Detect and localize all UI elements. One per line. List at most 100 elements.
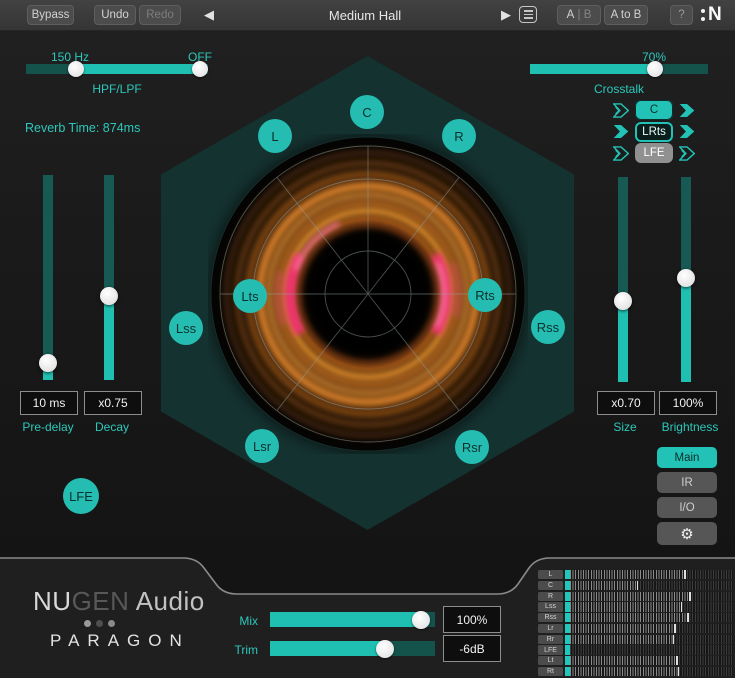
meter-bar xyxy=(565,613,733,622)
preset-next-button[interactable]: ▶ xyxy=(501,7,511,23)
a-to-b-button[interactable]: A to B xyxy=(604,5,648,25)
preset-name[interactable]: Medium Hall xyxy=(300,8,430,23)
channel-button-lss[interactable]: Lss xyxy=(169,311,203,345)
meter-bar xyxy=(565,635,733,644)
gear-icon: ⚙ xyxy=(680,525,693,543)
bypass-button[interactable]: Bypass xyxy=(27,5,74,25)
channel-button-c[interactable]: C xyxy=(350,95,384,129)
preset-menu-icon[interactable] xyxy=(519,6,537,23)
pre-delay-value[interactable]: 10 ms xyxy=(20,391,78,415)
channel-button-rsr[interactable]: Rsr xyxy=(455,430,489,464)
hpf-handle[interactable] xyxy=(68,61,84,77)
pre-delay-handle[interactable] xyxy=(39,354,57,372)
mix-slider[interactable] xyxy=(270,612,435,627)
meter-bar xyxy=(565,581,733,590)
channel-button-lsr[interactable]: Lsr xyxy=(245,429,279,463)
tab-ir[interactable]: IR xyxy=(657,472,717,493)
titlebar: Bypass Undo Redo ◀ Medium Hall ▶ A | B A… xyxy=(0,0,735,31)
chevron-right-outline-icon[interactable] xyxy=(679,146,695,161)
channel-button-lfe[interactable]: LFE xyxy=(63,478,99,514)
meter-channel-label: C xyxy=(538,581,563,590)
meter-bar xyxy=(565,645,733,654)
reverb-time-readout: Reverb Time: 874ms xyxy=(25,121,185,135)
nugen-audio-logo: NUGEN Audio xyxy=(33,586,205,617)
decay-handle[interactable] xyxy=(100,287,118,305)
meter-peak-marker xyxy=(676,656,678,665)
meter-row: Rt xyxy=(538,667,733,676)
chevron-left-outline-icon[interactable] xyxy=(613,146,629,161)
channel-button-rts[interactable]: Rts xyxy=(468,278,502,312)
brand-dots-icon xyxy=(701,9,705,21)
pre-delay-label: Pre-delay xyxy=(14,420,82,434)
meter-channel-label: Lt xyxy=(538,656,563,665)
size-value[interactable]: x0.70 xyxy=(597,391,655,415)
meter-bar xyxy=(565,570,733,579)
channel-button-r[interactable]: R xyxy=(442,119,476,153)
meter-peak-marker xyxy=(673,635,675,644)
ab-compare-button[interactable]: A | B xyxy=(557,5,601,25)
meter-peak-marker xyxy=(678,667,680,676)
trim-slider[interactable] xyxy=(270,641,435,656)
meter-peak-marker xyxy=(681,602,683,611)
decay-label: Decay xyxy=(84,420,140,434)
meter-peak-marker xyxy=(687,613,689,622)
channel-button-l[interactable]: L xyxy=(258,119,292,153)
chevron-left-solid-icon[interactable] xyxy=(613,124,629,139)
mix-label: Mix xyxy=(230,614,258,628)
pre-delay-slider[interactable] xyxy=(43,175,53,380)
lpf-handle[interactable] xyxy=(192,61,208,77)
mix-value[interactable]: 100% xyxy=(443,606,501,633)
crosstalk-slider[interactable] xyxy=(530,64,708,74)
meter-bar xyxy=(565,592,733,601)
meter-peak-marker xyxy=(637,581,639,590)
routing-button-lfe[interactable]: LFE xyxy=(635,143,673,163)
crosstalk-label: Crosstalk xyxy=(569,82,669,96)
meter-row: L xyxy=(538,570,733,579)
trim-handle[interactable] xyxy=(376,640,394,658)
routing-row-lrts: LRts xyxy=(613,122,695,142)
routing-row-lfe: LFE xyxy=(613,143,695,163)
routing-button-lrts[interactable]: LRts xyxy=(635,122,673,142)
redo-button[interactable]: Redo xyxy=(139,5,181,25)
output-meters: LCRLssRssLrRrLFELtRt xyxy=(538,570,733,676)
routing-button-c[interactable]: C xyxy=(635,100,673,120)
size-label: Size xyxy=(597,420,653,434)
meter-channel-label: LFE xyxy=(538,645,563,654)
meter-channel-label: L xyxy=(538,570,563,579)
meter-channel-label: Lr xyxy=(538,624,563,633)
preset-prev-button[interactable]: ◀ xyxy=(204,7,214,23)
meter-peak-marker xyxy=(689,592,691,601)
size-handle[interactable] xyxy=(614,292,632,310)
brightness-handle[interactable] xyxy=(677,269,695,287)
channel-button-rss[interactable]: Rss xyxy=(531,310,565,344)
tab-io[interactable]: I/O xyxy=(657,497,717,518)
hpf-lpf-slider[interactable] xyxy=(26,64,208,74)
undo-button[interactable]: Undo xyxy=(94,5,136,25)
brightness-label: Brightness xyxy=(650,420,730,434)
meter-row: Lss xyxy=(538,602,733,611)
channel-button-lts[interactable]: Lts xyxy=(233,279,267,313)
meter-channel-label: Lss xyxy=(538,602,563,611)
meter-row: Lr xyxy=(538,624,733,633)
trim-value[interactable]: -6dB xyxy=(443,635,501,662)
chevron-left-outline-icon[interactable] xyxy=(613,103,629,118)
crosstalk-handle[interactable] xyxy=(647,61,663,77)
meter-row: LFE xyxy=(538,645,733,654)
size-slider[interactable] xyxy=(618,177,628,382)
meter-peak-marker xyxy=(674,624,676,633)
brightness-slider[interactable] xyxy=(681,177,691,382)
help-button[interactable]: ? xyxy=(670,5,693,25)
settings-gear-button[interactable]: ⚙ xyxy=(657,522,717,545)
decay-slider[interactable] xyxy=(104,175,114,380)
meter-bar xyxy=(565,667,733,676)
chevron-right-solid-icon[interactable] xyxy=(679,103,695,118)
tab-main[interactable]: Main xyxy=(657,447,717,468)
meter-bar xyxy=(565,624,733,633)
trim-label: Trim xyxy=(230,643,258,657)
ab-a-label: A xyxy=(567,9,575,21)
decay-value[interactable]: x0.75 xyxy=(84,391,142,415)
meter-bar xyxy=(565,656,733,665)
chevron-right-solid-icon[interactable] xyxy=(679,124,695,139)
mix-handle[interactable] xyxy=(412,611,430,629)
brightness-value[interactable]: 100% xyxy=(659,391,717,415)
